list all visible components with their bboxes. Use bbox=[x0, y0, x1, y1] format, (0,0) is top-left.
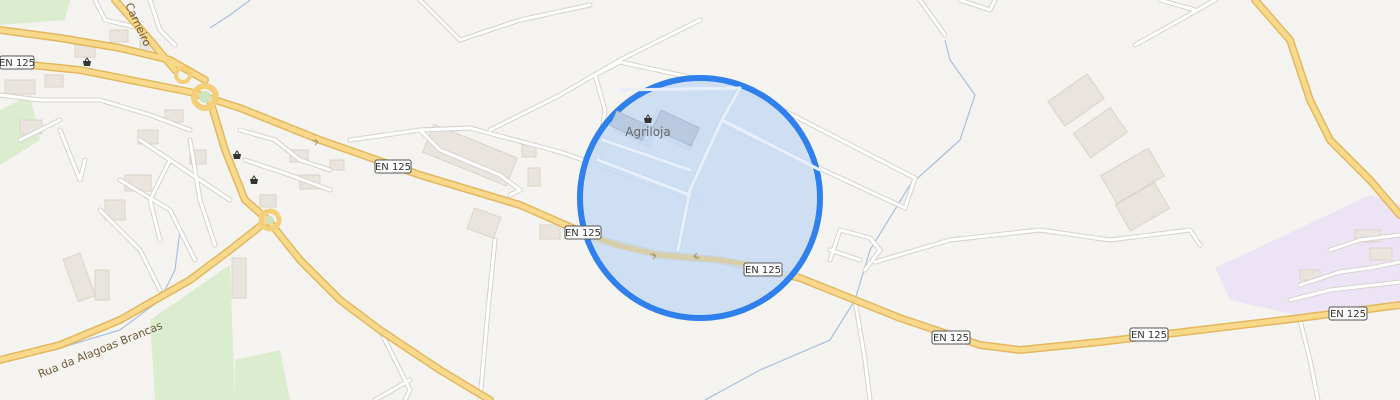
en125-shield-1: EN 125 bbox=[0, 55, 35, 70]
en125-shield-7: EN 125 bbox=[1328, 306, 1368, 321]
svg-text:EN 125: EN 125 bbox=[933, 333, 969, 344]
svg-text:EN 125: EN 125 bbox=[565, 228, 601, 239]
en125-shield-5: EN 125 bbox=[931, 330, 971, 345]
poi-label-agriloja: Agriloja bbox=[625, 125, 670, 139]
svg-text:EN 125: EN 125 bbox=[375, 162, 411, 173]
en125-shield-3: EN 125 bbox=[564, 225, 602, 240]
svg-text:EN 125: EN 125 bbox=[745, 265, 781, 276]
en125-shield-4: EN 125 bbox=[743, 262, 783, 277]
svg-text:EN 125: EN 125 bbox=[1131, 330, 1167, 341]
svg-text:EN 125: EN 125 bbox=[0, 58, 35, 69]
en125-shield-6: EN 125 bbox=[1129, 327, 1169, 342]
en125-shield-2: EN 125 bbox=[374, 159, 412, 174]
map-view[interactable]: Agriloja Rua da Alagoas Brancas Carneiro… bbox=[0, 0, 1400, 400]
svg-text:EN 125: EN 125 bbox=[1330, 309, 1366, 320]
map-canvas[interactable]: Agriloja Rua da Alagoas Brancas Carneiro… bbox=[0, 0, 1400, 400]
